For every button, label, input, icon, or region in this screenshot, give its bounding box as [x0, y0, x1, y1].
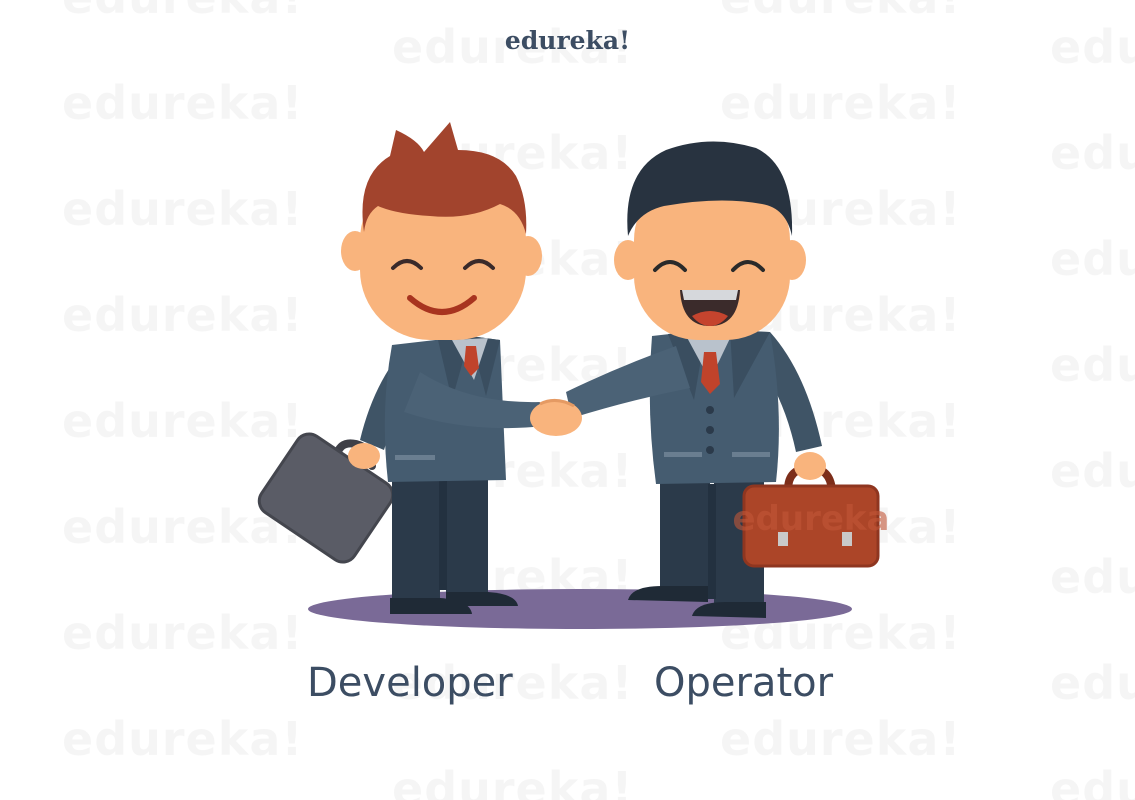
- developer-figure: [257, 122, 544, 614]
- developer-legs: [392, 470, 488, 600]
- handshake-scene: edureka: [257, 122, 889, 629]
- operator-figure: edureka: [566, 141, 889, 618]
- jacket-button: [706, 426, 714, 434]
- operator-head: [614, 141, 806, 340]
- developer-label: Developer: [307, 660, 513, 706]
- handshake-hands: [530, 399, 582, 436]
- jacket-button: [706, 406, 714, 414]
- briefcase-text: edureka: [733, 499, 890, 539]
- operator-right-hand: [794, 452, 826, 480]
- developer-left-hand: [348, 443, 380, 469]
- jacket-button: [706, 446, 714, 454]
- operator-label: Operator: [654, 660, 834, 706]
- illustration-canvas: edureka!edureka!edureka!edureka!edureka!…: [0, 0, 1135, 800]
- ground-shadow: [308, 589, 852, 629]
- developer-head: [341, 122, 542, 340]
